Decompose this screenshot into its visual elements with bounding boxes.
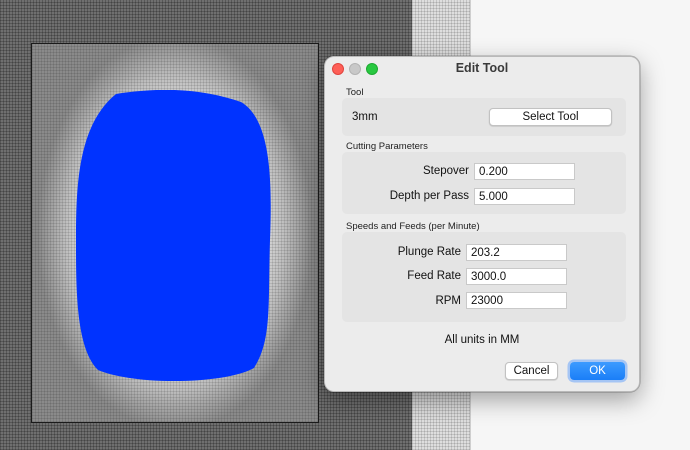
toolpath-shape (76, 90, 271, 382)
stepover-label: Stepover (422, 165, 469, 177)
rpm-field[interactable] (466, 292, 567, 309)
units-note: All units in MM (444, 334, 520, 346)
dialog-titlebar: Edit Tool (325, 57, 639, 81)
plunge-rate-field[interactable] (466, 244, 567, 261)
dialog-title: Edit Tool (455, 61, 509, 75)
cutting-parameters-group-label: Cutting Parameters (346, 141, 428, 152)
ok-button[interactable]: OK (570, 362, 625, 380)
plunge-rate-label: Plunge Rate (397, 246, 461, 258)
feed-rate-field[interactable] (466, 268, 567, 285)
depth-per-pass-field[interactable] (474, 188, 575, 205)
edit-tool-dialog: Edit Tool Tool 3mm Select Tool Cutting P… (324, 56, 640, 392)
tool-name: 3mm (352, 111, 378, 123)
feed-rate-label: Feed Rate (407, 270, 461, 282)
depth-per-pass-label: Depth per Pass (389, 190, 469, 202)
material-stock-area[interactable] (31, 43, 319, 423)
select-tool-button[interactable]: Select Tool (489, 108, 612, 126)
cancel-button[interactable]: Cancel (505, 362, 558, 380)
speeds-feeds-group-label: Speeds and Feeds (per Minute) (346, 221, 480, 232)
tool-group-label: Tool (346, 87, 364, 98)
stepover-field[interactable] (474, 163, 575, 180)
rpm-label: RPM (435, 295, 461, 307)
